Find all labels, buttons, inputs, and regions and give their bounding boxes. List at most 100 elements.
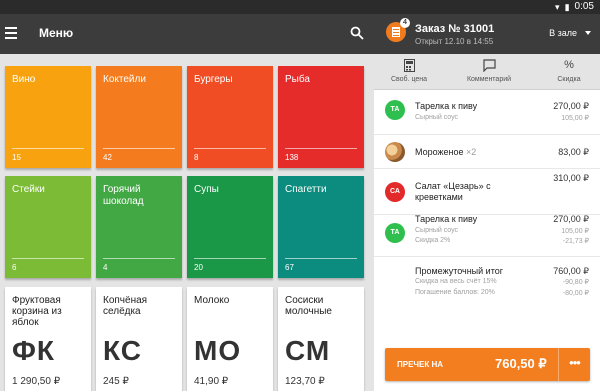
item-quantity: ×2	[466, 147, 477, 157]
category-tile-soups[interactable]: Супы 20	[187, 176, 273, 278]
bill-discount-label: Скидка на весь счёт 15%	[415, 278, 497, 285]
item-name-text: Мороженое	[415, 147, 464, 157]
tile-divider	[103, 148, 175, 149]
category-count: 138	[285, 153, 299, 162]
status-icons: ▾ ▮ 0:05	[555, 1, 594, 13]
tile-divider	[12, 148, 84, 149]
order-header: 4 Заказ № 31001 Открыт 12.10 в 14:55 В з…	[374, 14, 600, 54]
menu-grid: Вино 15 Коктейли 42 Бургеры 8 Рыба 138 С…	[0, 54, 374, 391]
product-tile-milk[interactable]: Молоко МО 41,90 ₽	[187, 287, 273, 391]
product-tile-milk-sausages[interactable]: Сосиски молочные СМ 123,70 ₽	[278, 287, 364, 391]
category-count: 8	[194, 153, 199, 162]
category-count: 20	[194, 263, 203, 272]
calculator-icon	[403, 59, 415, 72]
modifier-price: 105,00 ₽	[561, 115, 589, 122]
precheck-button[interactable]: ПРЕЧЕК НА 760,50 ₽ •••	[385, 348, 590, 381]
category-tile-burgers[interactable]: Бургеры 8	[187, 66, 273, 168]
tile-divider	[103, 258, 175, 259]
order-item[interactable]: ТА Тарелка к пиву 270,00 ₽ Сырный соус 1…	[374, 90, 600, 134]
item-price: 310,00 ₽	[553, 173, 589, 183]
category-count: 42	[103, 153, 112, 162]
category-tile-wine[interactable]: Вино 15	[5, 66, 91, 168]
subtotal-value: 760,00 ₽	[553, 266, 589, 276]
item-price: 270,00 ₽	[553, 214, 589, 224]
category-tile-cocktails[interactable]: Коктейли 42	[96, 66, 182, 168]
item-name: Тарелка к пиву	[415, 214, 478, 224]
category-count: 4	[103, 263, 108, 272]
discount-label: Скидка	[557, 76, 581, 83]
comment-icon	[482, 59, 496, 72]
product-name: Сосиски молочные	[285, 295, 332, 317]
product-abbr: ФК	[12, 335, 55, 366]
product-price: 41,90 ₽	[194, 376, 229, 387]
product-tile-smoked-herring[interactable]: Копчёная селёдка КС 245 ₽	[96, 287, 182, 391]
order-title: Заказ № 31001	[415, 23, 495, 35]
precheck-amount: 760,50 ₽	[495, 356, 547, 371]
order-actions: Своб. цена Комментарий % Скидка	[374, 54, 600, 90]
product-abbr: СМ	[285, 335, 331, 366]
item-avatar: ТА	[385, 100, 405, 120]
page-title: Меню	[39, 26, 74, 40]
product-price: 245 ₽	[103, 376, 129, 387]
category-tile-steaks[interactable]: Стейки 6	[5, 176, 91, 278]
subtotal-label: Промежуточный итог	[415, 266, 504, 276]
tile-divider	[194, 258, 266, 259]
product-name: Фруктовая корзина из яблок	[12, 295, 62, 328]
product-name: Копчёная селёдка	[103, 295, 148, 317]
more-options-icon[interactable]: •••	[559, 348, 590, 381]
item-price: 83,00 ₽	[558, 147, 589, 157]
category-count: 15	[12, 153, 21, 162]
discount-button[interactable]: % Скидка	[549, 59, 589, 83]
category-name: Коктейли	[103, 74, 146, 85]
item-name: Тарелка к пиву	[415, 101, 478, 111]
category-name: Вино	[12, 74, 36, 85]
receipt-icon[interactable]: 4	[386, 18, 410, 42]
order-item[interactable]: Мороженое ×2 83,00 ₽	[374, 135, 600, 168]
tile-divider	[194, 148, 266, 149]
order-opened-time: Открыт 12.10 в 14:55	[415, 37, 494, 46]
category-name: Бургеры	[194, 74, 233, 85]
status-bar: ▾ ▮ 0:05	[0, 0, 600, 14]
modifier-label: Сырный соус	[415, 114, 459, 121]
free-price-label: Своб. цена	[390, 76, 428, 83]
category-tile-fish[interactable]: Рыба 138	[278, 66, 364, 168]
service-mode-dropdown[interactable]: В зале	[549, 28, 591, 38]
order-items: ТА Тарелка к пиву 270,00 ₽ Сырный соус 1…	[374, 90, 600, 391]
modifier-label: Сырный соус	[415, 227, 459, 234]
search-icon[interactable]	[350, 26, 364, 40]
subtotal-block: Промежуточный итог 760,00 ₽ Скидка на ве…	[374, 257, 600, 302]
category-count: 6	[12, 263, 17, 272]
free-price-button[interactable]: Своб. цена	[384, 59, 434, 83]
wifi-icon: ▾	[555, 2, 560, 12]
order-item[interactable]: ТА Тарелка к пиву 270,00 ₽ Сырный соус 1…	[374, 214, 600, 259]
category-name: Рыба	[285, 74, 310, 85]
order-item[interactable]: СА Салат «Цезарь» с креветками 310,00 ₽	[374, 169, 600, 214]
product-tile-fruit-basket[interactable]: Фруктовая корзина из яблок ФК 1 290,50 ₽	[5, 287, 91, 391]
menu-icon[interactable]	[5, 27, 17, 39]
battery-icon: ▮	[564, 2, 570, 12]
category-name: Стейки	[12, 184, 45, 195]
discount-value: -21,73 ₽	[562, 238, 589, 245]
comment-button[interactable]: Комментарий	[459, 59, 519, 83]
clock: 0:05	[574, 1, 594, 12]
points-value: -80,00 ₽	[562, 290, 589, 297]
product-price: 123,70 ₽	[285, 376, 325, 387]
chevron-down-icon	[585, 31, 591, 35]
item-name: Салат «Цезарь» с креветками	[415, 181, 491, 202]
product-name: Молоко	[194, 295, 230, 306]
tile-divider	[12, 258, 84, 259]
percent-icon: %	[564, 59, 574, 71]
app-bar: Меню	[0, 14, 374, 54]
item-avatar: СА	[385, 182, 405, 202]
item-name: Мороженое ×2	[415, 147, 476, 158]
category-tile-spaghetti[interactable]: Спагетти 67	[278, 176, 364, 278]
category-tile-hot-chocolate[interactable]: Горячий шоколад 4	[96, 176, 182, 278]
product-price: 1 290,50 ₽	[12, 376, 61, 387]
item-price: 270,00 ₽	[553, 101, 589, 111]
order-badge: 4	[400, 18, 410, 28]
modifier-price: 105,00 ₽	[561, 228, 589, 235]
discount-label: Скидка 2%	[415, 237, 451, 244]
tile-divider	[285, 148, 357, 149]
comment-label: Комментарий	[466, 76, 512, 83]
bill-discount-value: -90,80 ₽	[562, 279, 589, 286]
